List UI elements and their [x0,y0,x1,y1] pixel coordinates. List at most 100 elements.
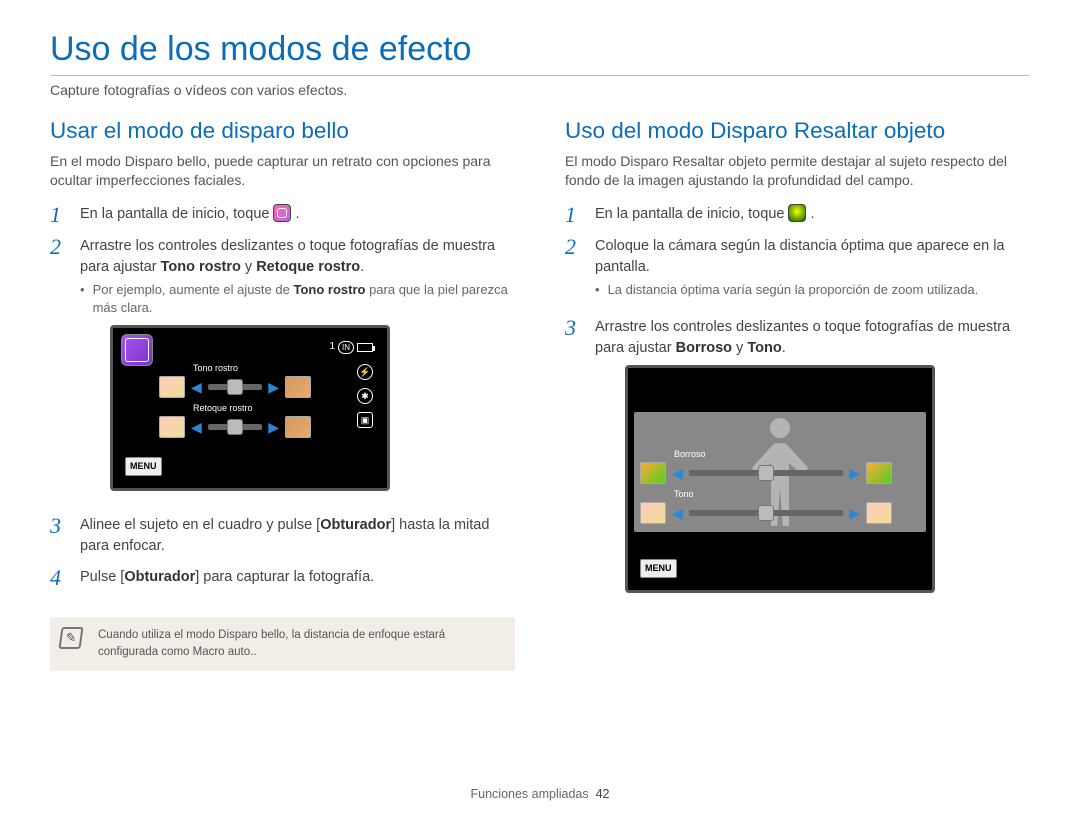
content-columns: Usar el modo de disparo bello En el modo… [50,118,1030,671]
sample-thumb [866,502,892,524]
step-body: Arrastre los controles deslizantes o toq… [80,236,515,505]
beauty-shot-icon [273,204,291,222]
arrow-left-icon: ◀ [672,466,683,480]
page-number: 42 [596,787,610,801]
text: Pulse [ [80,569,124,585]
arrow-right-icon: ▶ [849,506,860,520]
text: Por ejemplo, aumente el ajuste de [93,282,294,297]
mode-icon [121,334,153,366]
left-step-2: 2 Arrastre los controles deslizantes o t… [50,236,515,505]
note-text: Cuando utiliza el modo Disparo bello, la… [98,629,445,658]
sub-bullet: • La distancia óptima varía según la pro… [595,281,1030,299]
right-column: Uso del modo Disparo Resaltar objeto El … [565,118,1030,671]
text: Coloque la cámara según la distancia ópt… [595,238,1004,275]
slider-2: ◀ ▶ [640,502,892,524]
slider-1-label: Borroso [674,448,892,461]
left-heading: Usar el modo de disparo bello [50,118,515,144]
focus-icon: ▣ [357,412,373,428]
slider-1: ◀ ▶ [640,462,892,484]
storage-icon: IN [338,341,354,355]
object-highlight-icon [788,204,806,222]
menu-button[interactable]: MENU [125,457,162,476]
sample-thumb [159,376,185,398]
sub-bullet: • Por ejemplo, aumente el ajuste de Tono… [80,281,515,317]
text: Arrastre los controles deslizantes o toq… [595,319,1010,356]
footer-section: Funciones ampliadas [471,787,589,801]
step-number: 1 [565,204,583,226]
slider-2-label: Retoque rostro [193,402,311,415]
arrow-right-icon: ▶ [268,380,279,394]
photo-count: 1 [329,340,335,355]
step-body: Pulse [Obturador] para capturar la fotog… [80,567,515,589]
bold: Obturador [124,569,195,585]
text: Alinee el sujeto en el cuadro y pulse [ [80,517,320,533]
right-step-3: 3 Arrastre los controles deslizantes o t… [565,317,1030,607]
arrow-right-icon: ▶ [849,466,860,480]
timer-icon: ✱ [357,388,373,404]
left-step-1: 1 En la pantalla de inicio, toque . [50,204,515,226]
sliders: Tono rostro ◀ ▶ Retoque rostro [159,362,311,442]
text: y [241,259,256,275]
sample-thumb [640,462,666,484]
right-step-2: 2 Coloque la cámara según la distancia ó… [565,236,1030,307]
arrow-left-icon: ◀ [672,506,683,520]
step-number: 2 [565,236,583,307]
right-steps: 1 En la pantalla de inicio, toque . 2 Co… [565,204,1030,607]
bold: Retoque rostro [256,259,360,275]
slider-2-label: Tono [674,488,892,501]
left-steps: 1 En la pantalla de inicio, toque . 2 Ar… [50,204,515,589]
menu-button[interactable]: MENU [640,559,677,578]
step-number: 2 [50,236,68,505]
bold: Tono rostro [293,282,365,297]
slider-track[interactable] [689,470,843,476]
battery-icon [357,343,373,352]
sample-thumb [285,376,311,398]
sample-thumb [159,416,185,438]
arrow-left-icon: ◀ [191,420,202,434]
text: . [360,259,364,275]
page-subtitle: Capture fotografías o vídeos con varios … [50,82,1030,98]
bullet-dot: • [80,281,85,317]
text: ] para capturar la fotografía. [195,569,374,585]
step-body: Arrastre los controles deslizantes o toq… [595,317,1030,607]
text: En la pantalla de inicio, toque [80,206,273,222]
bold: Tono [747,340,781,356]
slider-2: ◀ ▶ [159,416,311,438]
left-step-3: 3 Alinee el sujeto en el cuadro y pulse … [50,515,515,557]
step-number: 1 [50,204,68,226]
slider-track[interactable] [208,424,262,430]
text: . [296,206,300,222]
slider-track[interactable] [689,510,843,516]
left-intro: En el modo Disparo bello, puede capturar… [50,152,515,190]
text: . [811,206,815,222]
flash-icon: ⚡ [357,364,373,380]
sub-text: La distancia óptima varía según la propo… [608,281,979,299]
sample-thumb [285,416,311,438]
step-number: 3 [565,317,583,607]
footer: Funciones ampliadas 42 [0,787,1080,801]
sample-thumb [866,462,892,484]
page-title: Uso de los modos de efecto [50,30,1030,76]
step-body: En la pantalla de inicio, toque . [595,204,1030,226]
note-box: ✎ Cuando utiliza el modo Disparo bello, … [50,617,515,670]
slider-1: ◀ ▶ [159,376,311,398]
step-body: En la pantalla de inicio, toque . [80,204,515,226]
slider-1-label: Tono rostro [193,362,311,375]
sample-thumb [640,502,666,524]
sliders: Borroso ◀ ▶ Tono [640,448,892,528]
side-icons: ⚡ ✱ ▣ [357,364,373,428]
bold: Obturador [320,517,391,533]
right-step-1: 1 En la pantalla de inicio, toque . [565,204,1030,226]
note-icon: ✎ [58,627,83,649]
step-number: 3 [50,515,68,557]
arrow-left-icon: ◀ [191,380,202,394]
bold: Borroso [676,340,732,356]
step-number: 4 [50,567,68,589]
step-body: Alinee el sujeto en el cuadro y pulse [O… [80,515,515,557]
text: y [732,340,747,356]
step-body: Coloque la cámara según la distancia ópt… [595,236,1030,307]
sub-text: Por ejemplo, aumente el ajuste de Tono r… [93,281,515,317]
right-intro: El modo Disparo Resaltar objeto permite … [565,152,1030,190]
bullet-dot: • [595,281,600,299]
slider-track[interactable] [208,384,262,390]
